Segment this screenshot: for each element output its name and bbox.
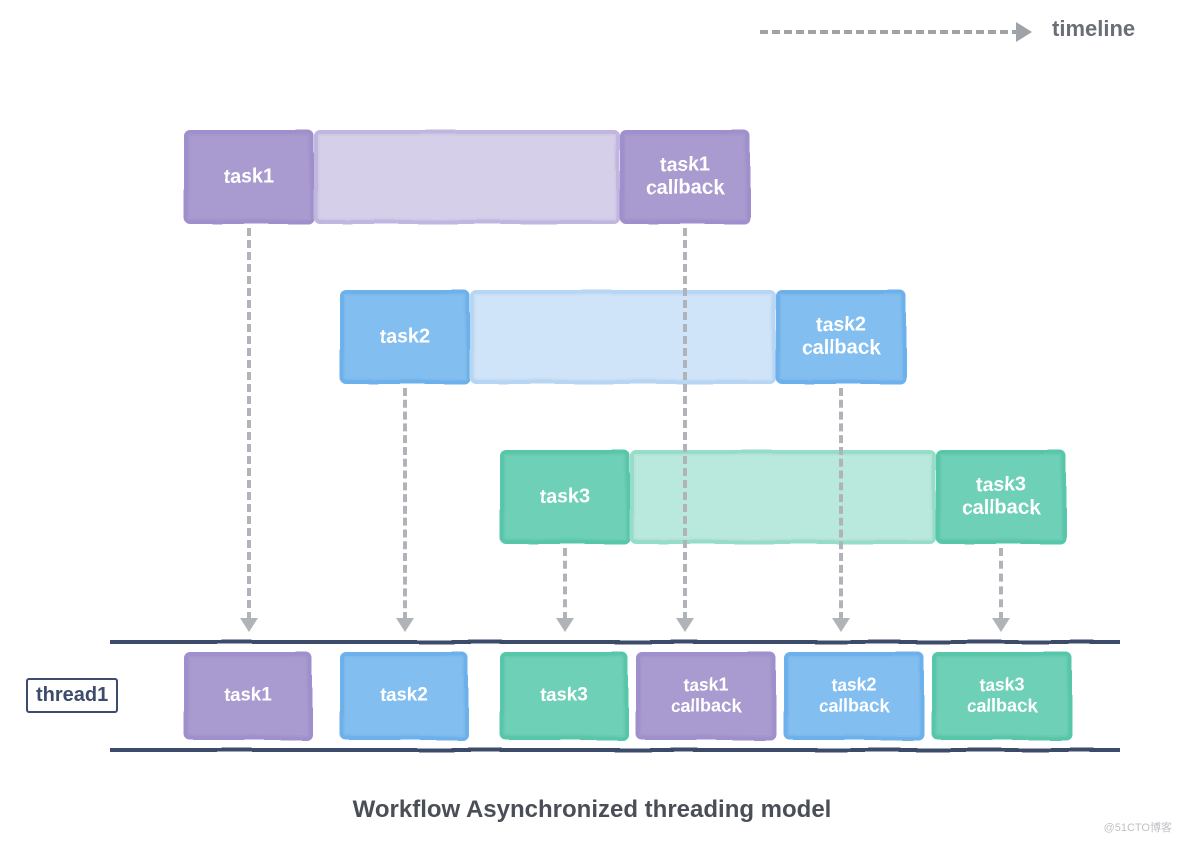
- row3-callback-block: task3 callback: [936, 450, 1066, 544]
- row3-callback-label: task3 callback: [962, 474, 1041, 520]
- arrowhead-cb2-icon: [832, 618, 850, 632]
- row3-task-label: task3: [539, 486, 590, 509]
- row1-callback-label: task1 callback: [646, 154, 725, 200]
- row3-wait-block: [630, 450, 936, 544]
- thread-seq-2-label: task3: [540, 685, 589, 707]
- row1-task-label: task1: [223, 166, 274, 189]
- thread-seq-1: task2: [340, 652, 468, 740]
- row2-callback-block: task2 callback: [776, 290, 906, 384]
- row2-task-block: task2: [340, 290, 470, 384]
- arrowhead-task3-icon: [556, 618, 574, 632]
- thread-label: thread1: [26, 678, 118, 713]
- thread-seq-0: task1: [184, 652, 312, 740]
- watermark: @51CTO博客: [1104, 819, 1172, 835]
- thread-seq-4-label: task2 callback: [818, 675, 889, 716]
- arrowhead-cb3-icon: [992, 618, 1010, 632]
- row3-task-block: task3: [500, 450, 630, 544]
- diagram-title: Workflow Asynchronized threading model: [0, 796, 1184, 824]
- thread-seq-0-label: task1: [224, 685, 273, 707]
- row1-task-block: task1: [184, 130, 314, 224]
- arrowhead-cb1-icon: [676, 618, 694, 632]
- diagram-canvas: timeline task1 task1 callback task2 task…: [0, 0, 1184, 843]
- row2-wait-block: [470, 290, 776, 384]
- row1-wait-block: [314, 130, 620, 224]
- row2-callback-label: task2 callback: [802, 314, 881, 360]
- arrow-task1: [247, 228, 251, 620]
- thread-seq-5-label: task3 callback: [966, 675, 1037, 716]
- thread-seq-1-label: task2: [380, 685, 429, 707]
- thread-seq-3: task1 callback: [636, 652, 776, 740]
- thread-seq-4: task2 callback: [784, 652, 924, 740]
- thread-rail-top: [110, 640, 1120, 644]
- arrow-task2: [403, 388, 407, 620]
- thread-seq-5: task3 callback: [932, 652, 1072, 740]
- row2-task-label: task2: [379, 326, 430, 349]
- timeline-arrow: [760, 30, 1020, 34]
- timeline-arrowhead-icon: [1016, 22, 1032, 42]
- arrowhead-task2-icon: [396, 618, 414, 632]
- thread-seq-2: task3: [500, 652, 628, 740]
- thread-seq-3-label: task1 callback: [670, 675, 741, 716]
- arrow-cb1: [683, 228, 687, 620]
- arrowhead-task1-icon: [240, 618, 258, 632]
- row1-callback-block: task1 callback: [620, 130, 750, 224]
- timeline-label: timeline: [1052, 16, 1135, 42]
- arrow-cb3: [999, 548, 1003, 620]
- thread-rail-bottom: [110, 748, 1120, 752]
- arrow-cb2: [839, 388, 843, 620]
- arrow-task3: [563, 548, 567, 620]
